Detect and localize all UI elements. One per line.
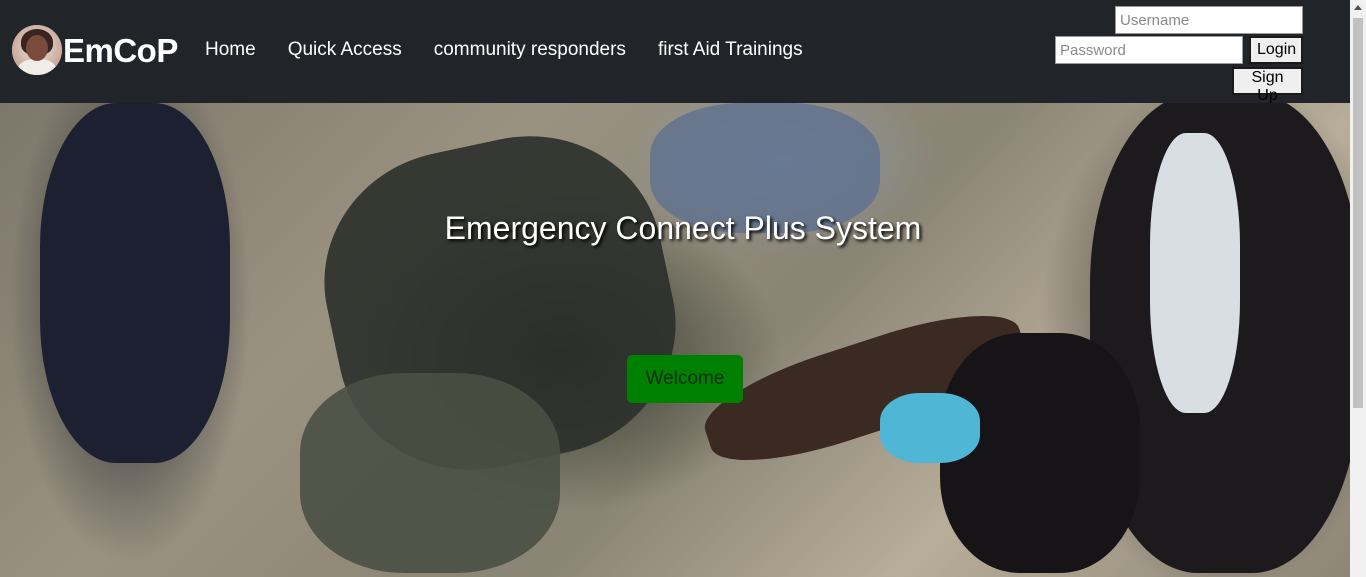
- hero-banner: Emergency Connect Plus System Welcome: [0, 103, 1350, 577]
- hero-photo-figure: [1150, 133, 1240, 413]
- nav-first-aid-trainings[interactable]: first Aid Trainings: [658, 38, 803, 62]
- brand[interactable]: EmCoP: [12, 25, 178, 75]
- password-input[interactable]: [1055, 36, 1243, 64]
- welcome-button[interactable]: Welcome: [627, 355, 743, 403]
- hero-photo-figure: [880, 393, 980, 463]
- brand-name[interactable]: EmCoP: [63, 34, 178, 67]
- hero-title: Emergency Connect Plus System: [444, 210, 922, 246]
- top-navbar: EmCoP Home Quick Access community respon…: [0, 0, 1350, 104]
- nav-home[interactable]: Home: [205, 38, 256, 62]
- signup-button[interactable]: Sign Up: [1232, 67, 1303, 104]
- nav-links: Home Quick Access community responders f…: [205, 38, 835, 62]
- username-input[interactable]: [1115, 6, 1303, 34]
- scroll-up-arrow-icon[interactable]: [1354, 5, 1362, 10]
- nav-community-responders[interactable]: community responders: [434, 38, 626, 62]
- hero-photo-figure: [300, 373, 560, 573]
- login-button[interactable]: Login: [1249, 36, 1303, 64]
- scroll-thumb[interactable]: [1353, 18, 1363, 408]
- avatar: [12, 25, 62, 75]
- hero-photo-figure: [40, 103, 230, 463]
- nav-quick-access[interactable]: Quick Access: [288, 38, 402, 62]
- auth-form: Login Sign Up: [1054, 0, 1334, 104]
- page-scrollbar[interactable]: [1350, 0, 1366, 577]
